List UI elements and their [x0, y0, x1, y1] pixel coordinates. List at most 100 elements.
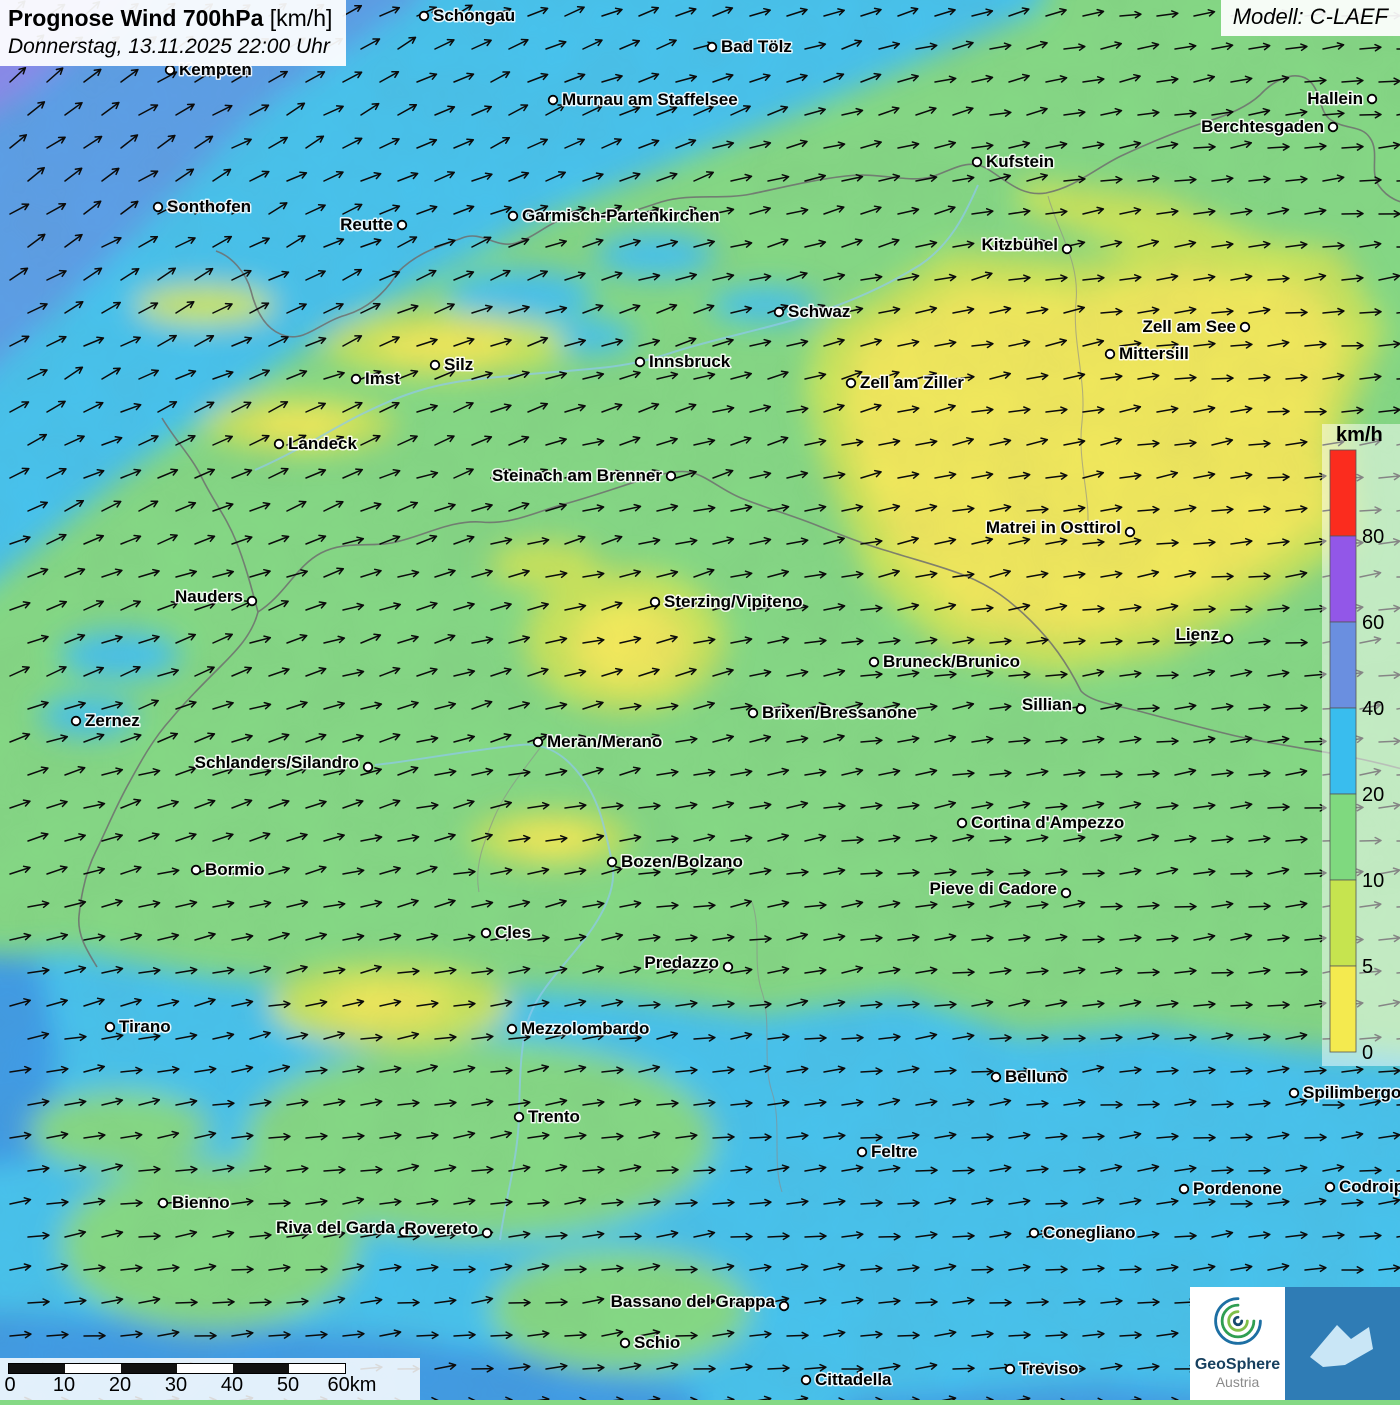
city-dot	[1326, 1183, 1335, 1192]
scale-label: 50	[277, 1374, 299, 1397]
city-label: Cittadella	[815, 1370, 892, 1389]
city-label: Cles	[495, 923, 531, 942]
scale-label: 40	[221, 1374, 243, 1397]
city-label: Mezzolombardo	[521, 1019, 649, 1038]
city-label: Bad Tölz	[721, 37, 792, 56]
logo-country: Austria	[1190, 1374, 1285, 1390]
city-dot	[248, 597, 257, 606]
model-label: Modell: C-LAEF	[1221, 0, 1400, 36]
scale-bar-graphic	[8, 1363, 346, 1374]
city-dot	[515, 1113, 524, 1122]
legend-swatch	[1330, 450, 1356, 536]
legend-swatch	[1330, 794, 1356, 880]
city-dot	[651, 598, 660, 607]
city-dot	[154, 203, 163, 212]
logo-blue-panel	[1285, 1287, 1400, 1400]
city-dot	[352, 375, 361, 384]
city-dot	[621, 1339, 630, 1348]
city-label: Belluno	[1005, 1067, 1067, 1086]
scale-segment	[65, 1364, 121, 1373]
city-label: Tirano	[119, 1017, 171, 1036]
city-label: Feltre	[871, 1142, 917, 1161]
city-dot	[1126, 528, 1135, 537]
city-dot	[508, 1025, 517, 1034]
legend-tick-label: 40	[1362, 698, 1384, 720]
city-label: Lienz	[1176, 625, 1219, 644]
city-label: Hallein	[1307, 89, 1363, 108]
city-label: Kufstein	[986, 152, 1054, 171]
city-dot	[1106, 350, 1115, 359]
city-dot	[364, 763, 373, 772]
city-label: Zell am See	[1142, 317, 1236, 336]
legend-swatch	[1330, 880, 1356, 966]
city-label: Sterzing/Vipiteno	[664, 592, 803, 611]
legend-swatch	[1330, 966, 1356, 1052]
city-dot	[708, 43, 717, 52]
city-dot	[420, 12, 429, 21]
city-label: Matrei in Osttirol	[986, 518, 1121, 537]
legend-tick-label: 10	[1362, 870, 1384, 892]
city-dot	[106, 1023, 115, 1032]
city-dot	[1062, 889, 1071, 898]
city-label: Meran/Merano	[547, 732, 662, 751]
city-dot	[534, 738, 543, 747]
scale-segment	[233, 1364, 289, 1373]
city-label: Spilimbergo	[1303, 1083, 1400, 1102]
blue-panel-shape-icon	[1285, 1287, 1400, 1400]
city-label: Schlanders/Silandro	[195, 753, 359, 772]
city-dot	[636, 358, 645, 367]
city-dot	[483, 1229, 492, 1238]
weather-map-app: SchongauBad TölzKemptenMurnau am Staffel…	[0, 0, 1400, 1400]
city-label: Schongau	[433, 6, 515, 25]
city-label: Bormio	[205, 860, 265, 879]
city-dot	[549, 96, 558, 105]
city-dot	[973, 158, 982, 167]
city-label: Bassano del Grappa	[611, 1292, 776, 1311]
city-dot	[847, 379, 856, 388]
city-label: Sillian	[1022, 695, 1072, 714]
city-dot	[431, 361, 440, 370]
city-dot	[1063, 245, 1072, 254]
scale-segment	[289, 1364, 345, 1373]
city-dot	[1077, 705, 1086, 714]
logo-brand: GeoSphere	[1190, 1356, 1285, 1374]
city-dot	[775, 308, 784, 317]
city-dot	[72, 717, 81, 726]
city-label: Kitzbühel	[982, 235, 1059, 254]
city-label: Zell am Ziller	[860, 373, 964, 392]
city-label: Berchtesgaden	[1201, 117, 1324, 136]
title-units: [km/h]	[270, 5, 333, 31]
city-label: Silz	[444, 355, 473, 374]
scale-label: 60km	[328, 1374, 377, 1397]
city-dot	[1224, 635, 1233, 644]
city-label: Murnau am Staffelsee	[562, 90, 738, 109]
legend-tick-label: 80	[1362, 526, 1384, 548]
page-title: Prognose Wind 700hPa [km/h]	[8, 5, 332, 32]
city-label: Pordenone	[1193, 1179, 1282, 1198]
city-label: Codroipo	[1339, 1177, 1400, 1196]
city-dot	[1180, 1185, 1189, 1194]
city-dot	[858, 1148, 867, 1157]
city-dot	[398, 221, 407, 230]
city-dot	[275, 440, 284, 449]
city-label: Zernez	[85, 711, 140, 730]
city-dot	[802, 1376, 811, 1385]
legend-tick-label: 60	[1362, 612, 1384, 634]
city-label: Mittersill	[1119, 344, 1189, 363]
legend-swatch	[1330, 622, 1356, 708]
geosphere-logo: GeoSphere Austria	[1190, 1287, 1285, 1400]
title-text: Prognose Wind 700hPa	[8, 5, 263, 31]
city-label: Pieve di Cadore	[929, 879, 1057, 898]
city-dot	[1329, 123, 1338, 132]
wind-map: SchongauBad TölzKemptenMurnau am Staffel…	[0, 0, 1400, 1400]
legend-tick-label: 0	[1362, 1042, 1373, 1064]
city-label: Landeck	[288, 434, 358, 453]
city-label: Bruneck/Brunico	[883, 652, 1020, 671]
city-dot	[780, 1302, 789, 1311]
city-label: Innsbruck	[649, 352, 731, 371]
city-dot	[958, 819, 967, 828]
city-label: Imst	[365, 369, 400, 388]
legend-swatch	[1330, 708, 1356, 794]
scale-label: 10	[53, 1374, 75, 1397]
geosphere-logo-icon	[1210, 1293, 1266, 1349]
